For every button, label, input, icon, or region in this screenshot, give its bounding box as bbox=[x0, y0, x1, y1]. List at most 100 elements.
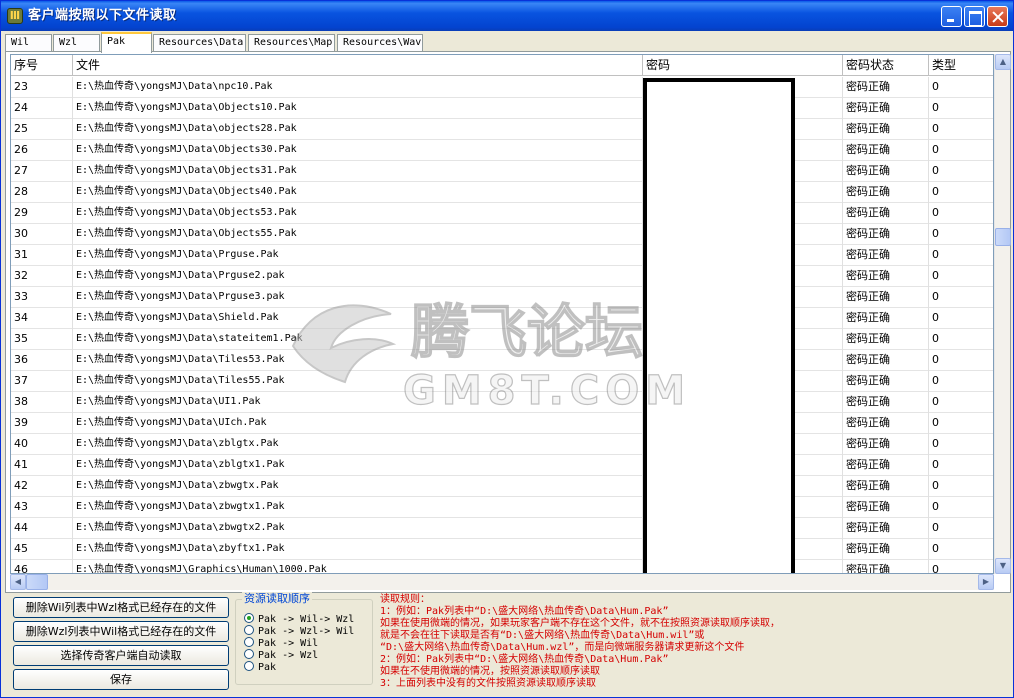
type-cell[interactable]: 0 bbox=[929, 98, 993, 119]
tab-resources-wav[interactable]: Resources\Wav bbox=[337, 34, 423, 52]
file-path-cell[interactable]: E:\热血传奇\yongsMJ\Data\UI1.Pak bbox=[73, 392, 643, 413]
row-number-cell[interactable]: 37 bbox=[11, 371, 73, 392]
password-status-cell[interactable]: 密码正确 bbox=[843, 140, 929, 161]
vertical-scrollbar[interactable]: ▲ ▼ bbox=[994, 54, 1011, 574]
horizontal-scrollbar[interactable]: ◀ ▶ bbox=[10, 574, 994, 590]
row-number-cell[interactable]: 26 bbox=[11, 140, 73, 161]
row-number-cell[interactable]: 36 bbox=[11, 350, 73, 371]
password-status-cell[interactable]: 密码正确 bbox=[843, 413, 929, 434]
table-row[interactable]: 43 E:\热血传奇\yongsMJ\Data\zbwgtx1.Pak 密码正确 0 bbox=[11, 497, 993, 518]
row-number-cell[interactable]: 39 bbox=[11, 413, 73, 434]
radio-button-icon[interactable] bbox=[244, 625, 254, 635]
password-status-cell[interactable]: 密码正确 bbox=[843, 497, 929, 518]
password-status-cell[interactable]: 密码正确 bbox=[843, 161, 929, 182]
row-number-cell[interactable]: 34 bbox=[11, 308, 73, 329]
password-status-cell[interactable]: 密码正确 bbox=[843, 560, 929, 573]
file-path-cell[interactable]: E:\热血传奇\yongsMJ\Data\zbwgtx1.Pak bbox=[73, 497, 643, 518]
type-cell[interactable]: 0 bbox=[929, 539, 993, 560]
table-row[interactable]: 31 E:\热血传奇\yongsMJ\Data\Prguse.Pak 密码正确 0 bbox=[11, 245, 993, 266]
type-cell[interactable]: 0 bbox=[929, 371, 993, 392]
resource-order-option[interactable]: Pak bbox=[244, 661, 374, 673]
password-status-cell[interactable]: 密码正确 bbox=[843, 371, 929, 392]
table-row[interactable]: 39 E:\热血传奇\yongsMJ\Data\UIch.Pak 密码正确 0 bbox=[11, 413, 993, 434]
table-row[interactable]: 25 E:\热血传奇\yongsMJ\Data\objects28.Pak 密码正确… bbox=[11, 119, 993, 140]
table-row[interactable]: 45 E:\热血传奇\yongsMJ\Data\zbyftx1.Pak 密码正确 0 bbox=[11, 539, 993, 560]
password-status-cell[interactable]: 密码正确 bbox=[843, 434, 929, 455]
type-cell[interactable]: 0 bbox=[929, 161, 993, 182]
row-number-cell[interactable]: 30 bbox=[11, 224, 73, 245]
type-cell[interactable]: 0 bbox=[929, 455, 993, 476]
table-row[interactable]: 44 E:\热血传奇\yongsMJ\Data\zbwgtx2.Pak 密码正确 0 bbox=[11, 518, 993, 539]
row-number-cell[interactable]: 27 bbox=[11, 161, 73, 182]
password-status-cell[interactable]: 密码正确 bbox=[843, 203, 929, 224]
column-header-file[interactable]: 文件 bbox=[73, 55, 643, 76]
type-cell[interactable]: 0 bbox=[929, 497, 993, 518]
row-number-cell[interactable]: 29 bbox=[11, 203, 73, 224]
row-number-cell[interactable]: 46 bbox=[11, 560, 73, 573]
row-number-cell[interactable]: 42 bbox=[11, 476, 73, 497]
resource-order-option[interactable]: Pak -> Wil-> Wzl bbox=[244, 613, 374, 625]
resource-order-option[interactable]: Pak -> Wil bbox=[244, 637, 374, 649]
tab-resources-map[interactable]: Resources\Map bbox=[248, 34, 335, 52]
close-icon[interactable] bbox=[987, 6, 1008, 27]
row-number-cell[interactable]: 41 bbox=[11, 455, 73, 476]
save-button[interactable]: 保存 bbox=[13, 669, 229, 690]
password-status-cell[interactable]: 密码正确 bbox=[843, 287, 929, 308]
file-path-cell[interactable]: E:\热血传奇\yongsMJ\Data\zblgtx.Pak bbox=[73, 434, 643, 455]
row-number-cell[interactable]: 25 bbox=[11, 119, 73, 140]
password-status-cell[interactable]: 密码正确 bbox=[843, 350, 929, 371]
file-path-cell[interactable]: E:\热血传奇\yongsMJ\Data\Shield.Pak bbox=[73, 308, 643, 329]
type-cell[interactable]: 0 bbox=[929, 560, 993, 573]
password-status-cell[interactable]: 密码正确 bbox=[843, 308, 929, 329]
file-path-cell[interactable]: E:\热血传奇\yongsMJ\Data\Objects30.Pak bbox=[73, 140, 643, 161]
type-cell[interactable]: 0 bbox=[929, 119, 993, 140]
file-path-cell[interactable]: E:\热血传奇\yongsMJ\Data\UIch.Pak bbox=[73, 413, 643, 434]
table-row[interactable]: 38 E:\热血传奇\yongsMJ\Data\UI1.Pak 密码正确 0 bbox=[11, 392, 993, 413]
radio-button-icon[interactable] bbox=[244, 649, 254, 659]
table-row[interactable]: 24 E:\热血传奇\yongsMJ\Data\Objects10.Pak 密码正确… bbox=[11, 98, 993, 119]
horizontal-scroll-thumb[interactable] bbox=[26, 574, 48, 590]
file-path-cell[interactable]: E:\热血传奇\yongsMJ\Data\zbwgtx.Pak bbox=[73, 476, 643, 497]
table-row[interactable]: 27 E:\热血传奇\yongsMJ\Data\Objects31.Pak 密码正确… bbox=[11, 161, 993, 182]
auto-read-client-button[interactable]: 选择传奇客户端自动读取 bbox=[13, 645, 229, 666]
radio-button-icon[interactable] bbox=[244, 661, 254, 671]
type-cell[interactable]: 0 bbox=[929, 476, 993, 497]
file-path-cell[interactable]: E:\热血传奇\yongsMJ\Data\npc10.Pak bbox=[73, 77, 643, 98]
tab-wil[interactable]: Wil bbox=[5, 34, 52, 52]
table-row[interactable]: 35 E:\热血传奇\yongsMJ\Data\stateitem1.Pak 密码正… bbox=[11, 329, 993, 350]
file-path-cell[interactable]: E:\热血传奇\yongsMJ\Data\Prguse2.pak bbox=[73, 266, 643, 287]
password-status-cell[interactable]: 密码正确 bbox=[843, 119, 929, 140]
file-table[interactable]: 序号 文件 密码 密码状态 类型 23 E:\热血传奇\yongsMJ\Data\… bbox=[10, 54, 994, 574]
password-status-cell[interactable]: 密码正确 bbox=[843, 77, 929, 98]
type-cell[interactable]: 0 bbox=[929, 392, 993, 413]
type-cell[interactable]: 0 bbox=[929, 224, 993, 245]
table-row[interactable]: 40 E:\热血传奇\yongsMJ\Data\zblgtx.Pak 密码正确 0 bbox=[11, 434, 993, 455]
type-cell[interactable]: 0 bbox=[929, 350, 993, 371]
file-path-cell[interactable]: E:\热血传奇\yongsMJ\Data\zblgtx1.Pak bbox=[73, 455, 643, 476]
table-row[interactable]: 28 E:\热血传奇\yongsMJ\Data\Objects40.Pak 密码正确… bbox=[11, 182, 993, 203]
password-status-cell[interactable]: 密码正确 bbox=[843, 392, 929, 413]
password-status-cell[interactable]: 密码正确 bbox=[843, 266, 929, 287]
password-status-cell[interactable]: 密码正确 bbox=[843, 539, 929, 560]
radio-button-icon[interactable] bbox=[244, 637, 254, 647]
tab-resources-data[interactable]: Resources\Data bbox=[153, 34, 246, 52]
row-number-cell[interactable]: 24 bbox=[11, 98, 73, 119]
table-row[interactable]: 46 E:\热血传奇\yongsMJ\Graphics\Human\1000.Pa… bbox=[11, 560, 993, 573]
type-cell[interactable]: 0 bbox=[929, 77, 993, 98]
type-cell[interactable]: 0 bbox=[929, 413, 993, 434]
file-path-cell[interactable]: E:\热血传奇\yongsMJ\Data\Objects40.Pak bbox=[73, 182, 643, 203]
file-path-cell[interactable]: E:\热血传奇\yongsMJ\Data\Tiles55.Pak bbox=[73, 371, 643, 392]
table-row[interactable]: 32 E:\热血传奇\yongsMJ\Data\Prguse2.pak 密码正确 0 bbox=[11, 266, 993, 287]
tab-pak[interactable]: Pak bbox=[101, 32, 152, 53]
password-status-cell[interactable]: 密码正确 bbox=[843, 182, 929, 203]
password-status-cell[interactable]: 密码正确 bbox=[843, 245, 929, 266]
password-status-cell[interactable]: 密码正确 bbox=[843, 329, 929, 350]
column-header-password-status[interactable]: 密码状态 bbox=[843, 55, 929, 76]
file-path-cell[interactable]: E:\热血传奇\yongsMJ\Data\zbyftx1.Pak bbox=[73, 539, 643, 560]
scroll-up-icon[interactable]: ▲ bbox=[995, 54, 1011, 70]
title-bar[interactable]: Ⅲ 客户端按照以下文件读取 bbox=[1, 1, 1013, 31]
column-header-password[interactable]: 密码 bbox=[643, 55, 843, 76]
row-number-cell[interactable]: 44 bbox=[11, 518, 73, 539]
resource-order-option[interactable]: Pak -> Wzl bbox=[244, 649, 374, 661]
row-number-cell[interactable]: 33 bbox=[11, 287, 73, 308]
